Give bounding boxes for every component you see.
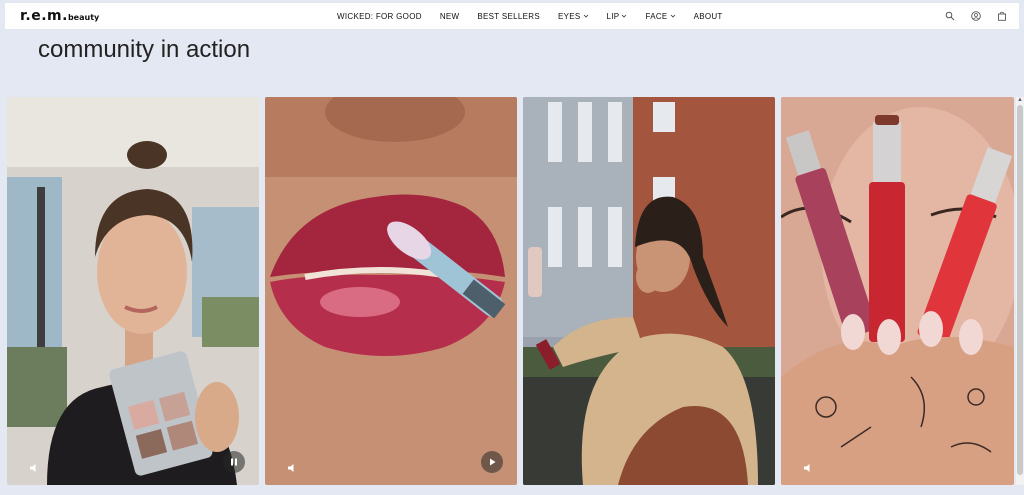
nav-item-label: ABOUT xyxy=(693,11,723,21)
play-icon xyxy=(490,458,496,466)
nav-item-label: WICKED: FOR GOOD xyxy=(337,11,422,21)
play-button[interactable] xyxy=(481,451,503,473)
brand-logo[interactable]: r.e.m.beauty xyxy=(20,8,99,24)
nav-item-label: FACE xyxy=(645,11,668,21)
nav-item-lip[interactable]: LIP xyxy=(607,12,628,21)
logo-sub-text: beauty xyxy=(67,13,100,22)
chevron-down-icon xyxy=(622,14,627,18)
video-card-palette[interactable] xyxy=(7,97,259,485)
top-navigation-bar: r.e.m.beauty WICKED: FOR GOOD NEW BEST S… xyxy=(5,3,1019,29)
nav-item-label: NEW xyxy=(439,11,460,21)
volume-muted-icon[interactable] xyxy=(803,463,815,473)
search-icon[interactable] xyxy=(945,11,955,21)
video-thumbnail-palette xyxy=(7,97,259,485)
video-thumbnail-lip-gloss xyxy=(265,97,517,485)
video-thumbnail-outdoor xyxy=(523,97,775,485)
account-icon[interactable] xyxy=(971,11,981,21)
pause-icon xyxy=(231,458,237,466)
volume-muted-icon[interactable] xyxy=(29,463,41,473)
main-nav: WICKED: FOR GOOD NEW BEST SELLERS EYES L… xyxy=(337,3,723,29)
nav-item-about[interactable]: ABOUT xyxy=(694,12,723,21)
nav-item-eyes[interactable]: EYES xyxy=(558,12,589,21)
scrollbar-thumb[interactable] xyxy=(1017,105,1023,475)
nav-item-face[interactable]: FACE xyxy=(645,12,675,21)
scroll-up-icon[interactable]: ▲ xyxy=(1017,97,1023,103)
volume-muted-icon[interactable] xyxy=(287,463,299,473)
pause-button[interactable] xyxy=(223,451,245,473)
nav-item-label: BEST SELLERS xyxy=(477,11,540,21)
header-tools xyxy=(945,3,1007,29)
bag-icon[interactable] xyxy=(997,11,1007,21)
video-card-lip-gloss[interactable] xyxy=(265,97,517,485)
nav-item-label: LIP xyxy=(606,11,620,21)
logo-main-text: r.e.m. xyxy=(20,8,68,24)
nav-item-best-sellers[interactable]: BEST SELLERS xyxy=(477,12,540,21)
video-card-outdoor[interactable] xyxy=(523,97,775,485)
chevron-down-icon xyxy=(583,14,588,18)
nav-item-label: EYES xyxy=(557,11,581,21)
page-scrollbar[interactable]: ▲ xyxy=(1016,97,1024,485)
nav-item-new[interactable]: NEW xyxy=(440,12,460,21)
section-title: community in action xyxy=(38,36,251,63)
video-thumbnail-lip-glosses xyxy=(781,97,1014,485)
nav-item-wicked[interactable]: WICKED: FOR GOOD xyxy=(337,12,422,21)
video-card-lip-glosses[interactable] xyxy=(781,97,1014,485)
chevron-down-icon xyxy=(670,14,675,18)
